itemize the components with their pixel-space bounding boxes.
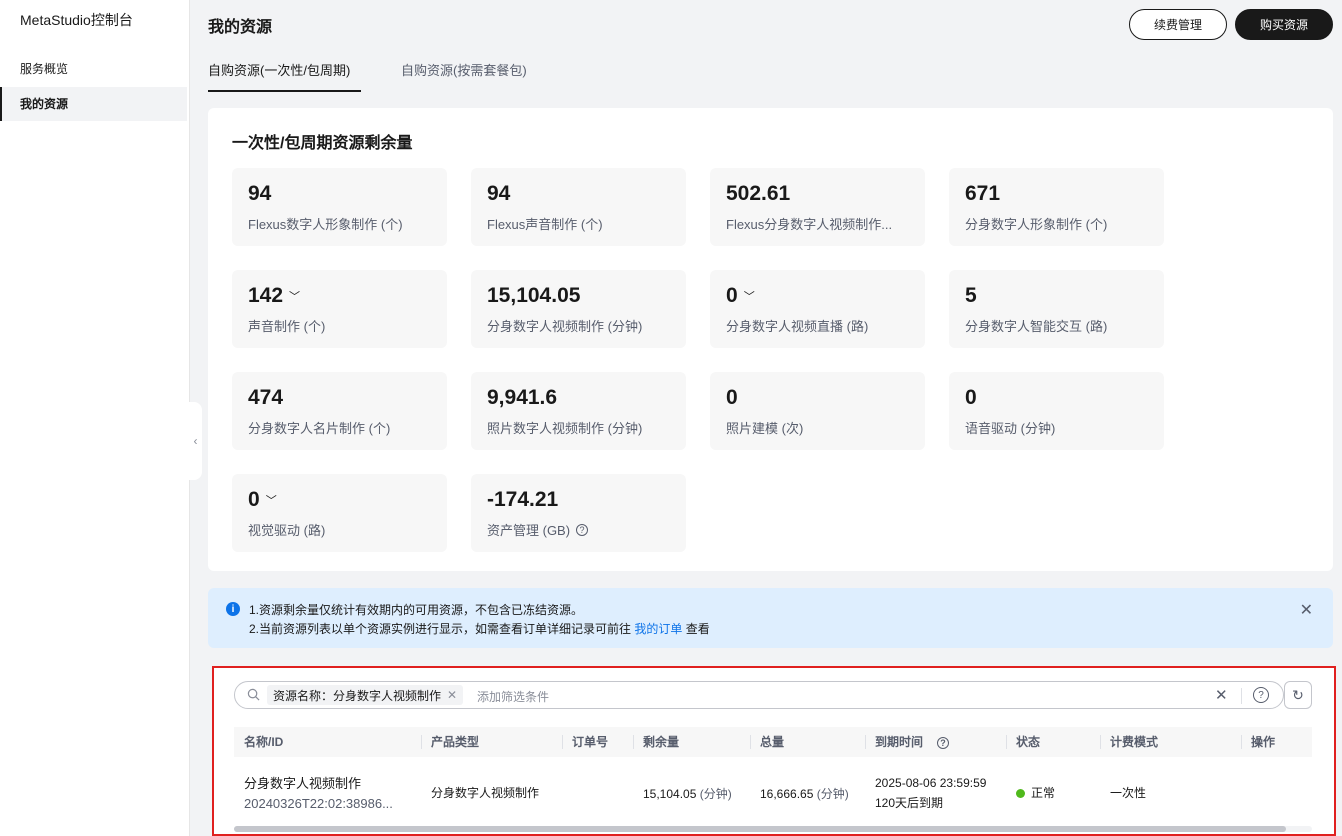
stat-card: 94 Flexus数字人形象制作 (个)	[232, 168, 447, 246]
stat-value: 5	[965, 284, 977, 307]
table-header: 名称/ID 产品类型 订单号 剩余量 总量 到期时间? 状态 计费模式 操作	[234, 727, 1312, 757]
stat-label: 照片建模 (次)	[726, 421, 804, 436]
tab-one-time-periodic[interactable]: 自购资源(一次性/包周期)	[208, 60, 361, 92]
info-banner: i 1.资源剩余量仅统计有效期内的可用资源，不包含已冻结资源。 2.当前资源列表…	[208, 588, 1333, 648]
my-orders-link[interactable]: 我的订单	[634, 622, 682, 636]
stat-label: 资产管理 (GB)?	[487, 520, 677, 539]
scrollbar-thumb[interactable]	[234, 826, 1286, 832]
chevron-down-icon[interactable]: ﹀	[266, 492, 277, 508]
chevron-down-icon[interactable]: ﹀	[289, 288, 300, 304]
stat-label: 照片数字人视频制作 (分钟)	[487, 421, 643, 436]
filter-chip[interactable]: 资源名称：分身数字人视频制作 ✕	[267, 685, 464, 705]
stat-value: 0	[726, 386, 738, 409]
summary-title: 一次性/包周期资源剩余量	[232, 135, 413, 152]
column-header-expire: 到期时间?	[864, 727, 950, 757]
stat-card: 474 分身数字人名片制作 (个)	[232, 372, 447, 450]
stat-label: 语音驱动 (分钟)	[965, 421, 1056, 436]
help-icon[interactable]: ?	[1253, 687, 1269, 703]
column-header: 名称/ID	[244, 735, 284, 749]
sidebar-collapse-button[interactable]: ‹	[189, 402, 202, 480]
expire-time: 2025-08-06 23:59:59	[875, 776, 987, 790]
billing-mode: 一次性	[1110, 786, 1147, 800]
horizontal-scrollbar[interactable]	[234, 826, 1312, 832]
filter-search-bar[interactable]: 资源名称：分身数字人视频制作 ✕ 添加筛选条件 ✕ ?	[234, 681, 1284, 709]
stat-value: 474	[248, 386, 284, 409]
stat-value[interactable]: 0 ﹀	[726, 284, 755, 308]
stat-value[interactable]: 0 ﹀	[248, 488, 277, 512]
console-brand: MetaStudio控制台	[20, 12, 133, 28]
resource-summary-card: 一次性/包周期资源剩余量 94 Flexus数字人形象制作 (个) 94 Fle…	[208, 108, 1333, 571]
stat-label: Flexus声音制作 (个)	[487, 217, 603, 232]
stat-value: 94	[487, 182, 511, 205]
stat-card: 0 ﹀ 分身数字人视频直播 (路)	[710, 270, 925, 348]
stat-label: Flexus分身数字人视频制作...	[726, 217, 893, 232]
product-type: 分身数字人视频制作	[431, 786, 540, 800]
buy-resources-button[interactable]: 购买资源	[1235, 9, 1333, 40]
renew-management-button[interactable]: 续费管理	[1129, 9, 1227, 40]
help-icon[interactable]: ?	[576, 523, 589, 536]
column-header: 总量	[749, 727, 784, 757]
chevron-left-icon: ‹	[193, 434, 198, 448]
stat-label: 分身数字人名片制作 (个)	[248, 421, 391, 436]
banner-line-1: 1.资源剩余量仅统计有效期内的可用资源，不包含已冻结资源。	[249, 603, 584, 617]
stat-card: 142 ﹀ 声音制作 (个)	[232, 270, 447, 348]
stat-card: 0 语音驱动 (分钟)	[949, 372, 1164, 450]
stat-value: 9,941.6	[487, 386, 558, 409]
sidebar-item-overview[interactable]: 服务概览	[0, 52, 187, 86]
stat-card: 0 ﹀ 视觉驱动 (路)	[232, 474, 447, 552]
column-header: 操作	[1240, 727, 1275, 757]
stat-label: 分身数字人视频直播 (路)	[726, 319, 869, 334]
stat-label: 分身数字人智能交互 (路)	[965, 319, 1108, 334]
stat-value: 94	[248, 182, 272, 205]
remaining-amount: 15,104.05 (分钟)	[643, 787, 732, 801]
banner-line-2: 2.当前资源列表以单个资源实例进行显示，如需查看订单详细记录可前往 我的订单 查…	[249, 622, 710, 636]
page-title: 我的资源	[208, 19, 273, 36]
stat-label: 声音制作 (个)	[248, 319, 326, 334]
info-icon: i	[226, 602, 240, 616]
status-badge: 正常	[1016, 784, 1055, 801]
sidebar: MetaStudio控制台 服务概览 我的资源	[0, 0, 190, 836]
search-icon	[247, 688, 260, 701]
close-icon[interactable]: ✕	[1300, 600, 1313, 620]
stat-label: 视觉驱动 (路)	[248, 523, 326, 538]
column-header: 状态	[1005, 727, 1040, 757]
stat-value: 502.61	[726, 182, 791, 205]
column-header: 订单号	[561, 727, 608, 757]
stat-value: 15,104.05	[487, 284, 581, 307]
column-header: 计费模式	[1099, 727, 1158, 757]
stat-card: 671 分身数字人形象制作 (个)	[949, 168, 1164, 246]
stat-card: 9,941.6 照片数字人视频制作 (分钟)	[471, 372, 686, 450]
stat-value: 0	[965, 386, 977, 409]
column-header: 剩余量	[632, 727, 679, 757]
resource-id: 20240326T22:02:38986...	[244, 796, 393, 811]
stat-card: 15,104.05 分身数字人视频制作 (分钟)	[471, 270, 686, 348]
stat-card: 5 分身数字人智能交互 (路)	[949, 270, 1164, 348]
sidebar-item-my-resources[interactable]: 我的资源	[0, 87, 187, 121]
stat-value[interactable]: 142 ﹀	[248, 284, 300, 308]
clear-icon[interactable]: ✕	[1215, 686, 1228, 704]
stat-card: 502.61 Flexus分身数字人视频制作...	[710, 168, 925, 246]
stat-label: 分身数字人视频制作 (分钟)	[487, 319, 643, 334]
refresh-button[interactable]: ↻	[1284, 681, 1312, 709]
column-header: 产品类型	[420, 727, 479, 757]
stat-label: 分身数字人形象制作 (个)	[965, 217, 1108, 232]
filter-placeholder[interactable]: 添加筛选条件	[477, 688, 549, 705]
chevron-down-icon[interactable]: ﹀	[744, 288, 755, 304]
divider	[1241, 688, 1242, 704]
total-amount: 16,666.65 (分钟)	[760, 787, 849, 801]
stat-label: Flexus数字人形象制作 (个)	[248, 217, 403, 232]
stat-value: 671	[965, 182, 1001, 205]
resource-name[interactable]: 分身数字人视频制作	[244, 773, 361, 792]
stat-card: 0 照片建模 (次)	[710, 372, 925, 450]
refresh-icon: ↻	[1292, 686, 1304, 703]
resource-table-panel: 资源名称：分身数字人视频制作 ✕ 添加筛选条件 ✕ ? ↻ 名称/ID 产品类型…	[212, 666, 1336, 836]
tab-on-demand-package[interactable]: 自购资源(按需套餐包)	[401, 60, 527, 92]
remove-filter-icon[interactable]: ✕	[447, 688, 457, 702]
stat-card: -174.21 资产管理 (GB)?	[471, 474, 686, 552]
help-icon[interactable]: ?	[937, 737, 950, 749]
expire-note: 120天后到期	[875, 796, 944, 810]
stat-card: 94 Flexus声音制作 (个)	[471, 168, 686, 246]
stat-value: -174.21	[487, 488, 559, 511]
status-dot-icon	[1016, 789, 1025, 798]
